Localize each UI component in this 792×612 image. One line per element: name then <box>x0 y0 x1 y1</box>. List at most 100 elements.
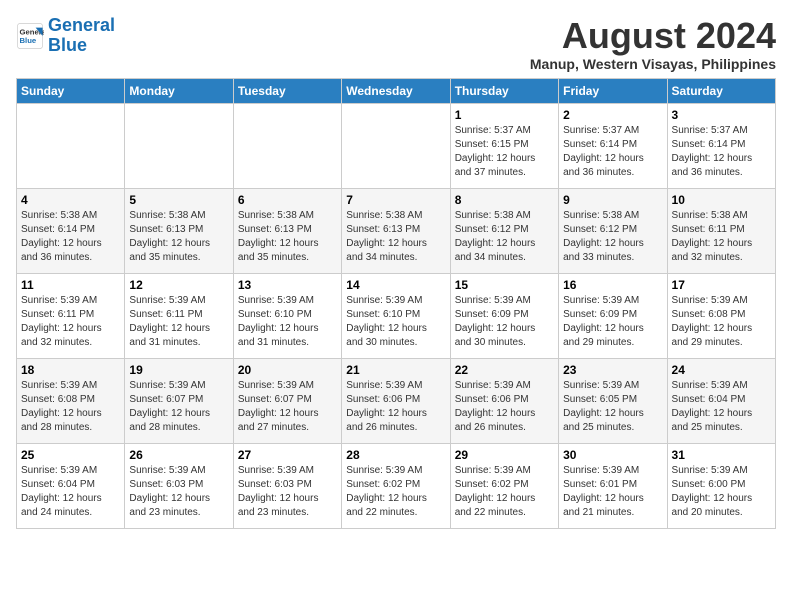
day-number: 21 <box>346 363 445 377</box>
day-number: 19 <box>129 363 228 377</box>
day-number: 25 <box>21 448 120 462</box>
calendar-cell: 28Sunrise: 5:39 AM Sunset: 6:02 PM Dayli… <box>342 443 450 528</box>
cell-content: Sunrise: 5:39 AM Sunset: 6:04 PM Dayligh… <box>672 379 771 435</box>
cell-content: Sunrise: 5:39 AM Sunset: 6:07 PM Dayligh… <box>129 379 228 435</box>
cell-content: Sunrise: 5:39 AM Sunset: 6:02 PM Dayligh… <box>346 464 445 520</box>
cell-content: Sunrise: 5:39 AM Sunset: 6:10 PM Dayligh… <box>346 294 445 350</box>
calendar-cell: 24 Sunrise: 5:39 AM Sunset: 6:04 PM Dayli… <box>667 358 775 443</box>
calendar-cell: 5 Sunrise: 5:38 AM Sunset: 6:13 PM Daylig… <box>125 188 233 273</box>
cell-content: Sunrise: 5:39 AM Sunset: 6:06 PM Dayligh… <box>455 379 554 435</box>
day-number: 18 <box>21 363 120 377</box>
cell-content: Sunrise: 5:38 AM Sunset: 6:13 PM Dayligh… <box>129 209 228 265</box>
logo-line2: Blue <box>48 35 87 55</box>
calendar-cell: 9 Sunrise: 5:38 AM Sunset: 6:12 PM Daylig… <box>559 188 667 273</box>
svg-text:Blue: Blue <box>20 36 37 45</box>
cell-content: Sunrise: 5:39 AM Sunset: 6:03 PM Dayligh… <box>238 464 337 520</box>
day-number: 3 <box>672 108 771 122</box>
cell-content: Sunrise: 5:39 AM Sunset: 6:10 PM Dayligh… <box>238 294 337 350</box>
calendar-cell: 13 Sunrise: 5:39 AM Sunset: 6:10 PM Dayli… <box>233 273 341 358</box>
cell-content: Sunrise: 5:39 AM Sunset: 6:01 PM Dayligh… <box>563 464 662 520</box>
title-block: August 2024 Manup, Western Visayas, Phil… <box>530 16 776 72</box>
day-number: 20 <box>238 363 337 377</box>
cell-content: Sunrise: 5:38 AM Sunset: 6:11 PM Dayligh… <box>672 209 771 265</box>
calendar-table: SundayMondayTuesdayWednesdayThursdayFrid… <box>16 78 776 529</box>
cell-content: Sunrise: 5:39 AM Sunset: 6:06 PM Dayligh… <box>346 379 445 435</box>
calendar-cell: 22Sunrise: 5:39 AM Sunset: 6:06 PM Dayli… <box>450 358 558 443</box>
cell-content: Sunrise: 5:39 AM Sunset: 6:04 PM Dayligh… <box>21 464 120 520</box>
day-number: 14 <box>346 278 445 292</box>
day-number: 30 <box>563 448 662 462</box>
calendar-cell: 12 Sunrise: 5:39 AM Sunset: 6:11 PM Dayli… <box>125 273 233 358</box>
calendar-cell: 17Sunrise: 5:39 AM Sunset: 6:08 PM Dayli… <box>667 273 775 358</box>
weekday-header: Saturday <box>667 78 775 103</box>
day-number: 17 <box>672 278 771 292</box>
cell-content: Sunrise: 5:39 AM Sunset: 6:05 PM Dayligh… <box>563 379 662 435</box>
day-number: 27 <box>238 448 337 462</box>
day-number: 4 <box>21 193 120 207</box>
calendar-cell: 23 Sunrise: 5:39 AM Sunset: 6:05 PM Dayli… <box>559 358 667 443</box>
cell-content: Sunrise: 5:38 AM Sunset: 6:12 PM Dayligh… <box>455 209 554 265</box>
day-number: 5 <box>129 193 228 207</box>
calendar-header: SundayMondayTuesdayWednesdayThursdayFrid… <box>17 78 776 103</box>
calendar-body: 1 Sunrise: 5:37 AM Sunset: 6:15 PM Daylig… <box>17 103 776 528</box>
day-number: 16 <box>563 278 662 292</box>
day-number: 26 <box>129 448 228 462</box>
calendar-cell <box>342 103 450 188</box>
cell-content: Sunrise: 5:39 AM Sunset: 6:07 PM Dayligh… <box>238 379 337 435</box>
cell-content: Sunrise: 5:37 AM Sunset: 6:15 PM Dayligh… <box>455 124 554 180</box>
weekday-header: Wednesday <box>342 78 450 103</box>
day-number: 12 <box>129 278 228 292</box>
day-number: 13 <box>238 278 337 292</box>
calendar-cell: 6 Sunrise: 5:38 AM Sunset: 6:13 PM Daylig… <box>233 188 341 273</box>
calendar-cell: 21 Sunrise: 5:39 AM Sunset: 6:06 PM Dayli… <box>342 358 450 443</box>
cell-content: Sunrise: 5:39 AM Sunset: 6:09 PM Dayligh… <box>455 294 554 350</box>
calendar-cell: 10 Sunrise: 5:38 AM Sunset: 6:11 PM Dayli… <box>667 188 775 273</box>
day-number: 9 <box>563 193 662 207</box>
calendar-cell: 11Sunrise: 5:39 AM Sunset: 6:11 PM Dayli… <box>17 273 125 358</box>
calendar-cell: 25 Sunrise: 5:39 AM Sunset: 6:04 PM Dayli… <box>17 443 125 528</box>
day-number: 10 <box>672 193 771 207</box>
calendar-cell: 20 Sunrise: 5:39 AM Sunset: 6:07 PM Dayli… <box>233 358 341 443</box>
calendar-cell: 16 Sunrise: 5:39 AM Sunset: 6:09 PM Dayli… <box>559 273 667 358</box>
cell-content: Sunrise: 5:39 AM Sunset: 6:02 PM Dayligh… <box>455 464 554 520</box>
day-number: 11 <box>21 278 120 292</box>
calendar-cell: 31Sunrise: 5:39 AM Sunset: 6:00 PM Dayli… <box>667 443 775 528</box>
calendar-cell: 14 Sunrise: 5:39 AM Sunset: 6:10 PM Dayli… <box>342 273 450 358</box>
day-number: 6 <box>238 193 337 207</box>
cell-content: Sunrise: 5:39 AM Sunset: 6:11 PM Dayligh… <box>129 294 228 350</box>
logo-text: General Blue <box>48 16 115 56</box>
month-title: August 2024 <box>530 16 776 56</box>
calendar-cell: 18Sunrise: 5:39 AM Sunset: 6:08 PM Dayli… <box>17 358 125 443</box>
cell-content: Sunrise: 5:38 AM Sunset: 6:14 PM Dayligh… <box>21 209 120 265</box>
weekday-header: Tuesday <box>233 78 341 103</box>
calendar-week: 1 Sunrise: 5:37 AM Sunset: 6:15 PM Daylig… <box>17 103 776 188</box>
day-number: 23 <box>563 363 662 377</box>
cell-content: Sunrise: 5:39 AM Sunset: 6:00 PM Dayligh… <box>672 464 771 520</box>
calendar-cell: 3Sunrise: 5:37 AM Sunset: 6:14 PM Daylig… <box>667 103 775 188</box>
calendar-cell: 8Sunrise: 5:38 AM Sunset: 6:12 PM Daylig… <box>450 188 558 273</box>
cell-content: Sunrise: 5:38 AM Sunset: 6:12 PM Dayligh… <box>563 209 662 265</box>
cell-content: Sunrise: 5:38 AM Sunset: 6:13 PM Dayligh… <box>346 209 445 265</box>
calendar-cell: 30 Sunrise: 5:39 AM Sunset: 6:01 PM Dayli… <box>559 443 667 528</box>
page-header: General Blue General Blue August 2024 Ma… <box>16 16 776 72</box>
day-number: 24 <box>672 363 771 377</box>
calendar-week: 11 Sunrise: 5:39 AM Sunset: 6:11 PM Dayli… <box>17 273 776 358</box>
day-number: 29 <box>455 448 554 462</box>
day-number: 2 <box>563 108 662 122</box>
header-row: SundayMondayTuesdayWednesdayThursdayFrid… <box>17 78 776 103</box>
calendar-cell: 19 Sunrise: 5:39 AM Sunset: 6:07 PM Dayli… <box>125 358 233 443</box>
calendar-cell: 7Sunrise: 5:38 AM Sunset: 6:13 PM Daylig… <box>342 188 450 273</box>
weekday-header: Monday <box>125 78 233 103</box>
weekday-header: Sunday <box>17 78 125 103</box>
calendar-cell <box>17 103 125 188</box>
calendar-cell: 4 Sunrise: 5:38 AM Sunset: 6:14 PM Daylig… <box>17 188 125 273</box>
cell-content: Sunrise: 5:38 AM Sunset: 6:13 PM Dayligh… <box>238 209 337 265</box>
day-number: 15 <box>455 278 554 292</box>
calendar-cell <box>125 103 233 188</box>
day-number: 1 <box>455 108 554 122</box>
cell-content: Sunrise: 5:39 AM Sunset: 6:03 PM Dayligh… <box>129 464 228 520</box>
location: Manup, Western Visayas, Philippines <box>530 56 776 72</box>
calendar-cell: 1 Sunrise: 5:37 AM Sunset: 6:15 PM Daylig… <box>450 103 558 188</box>
cell-content: Sunrise: 5:39 AM Sunset: 6:09 PM Dayligh… <box>563 294 662 350</box>
calendar-week: 4 Sunrise: 5:38 AM Sunset: 6:14 PM Daylig… <box>17 188 776 273</box>
